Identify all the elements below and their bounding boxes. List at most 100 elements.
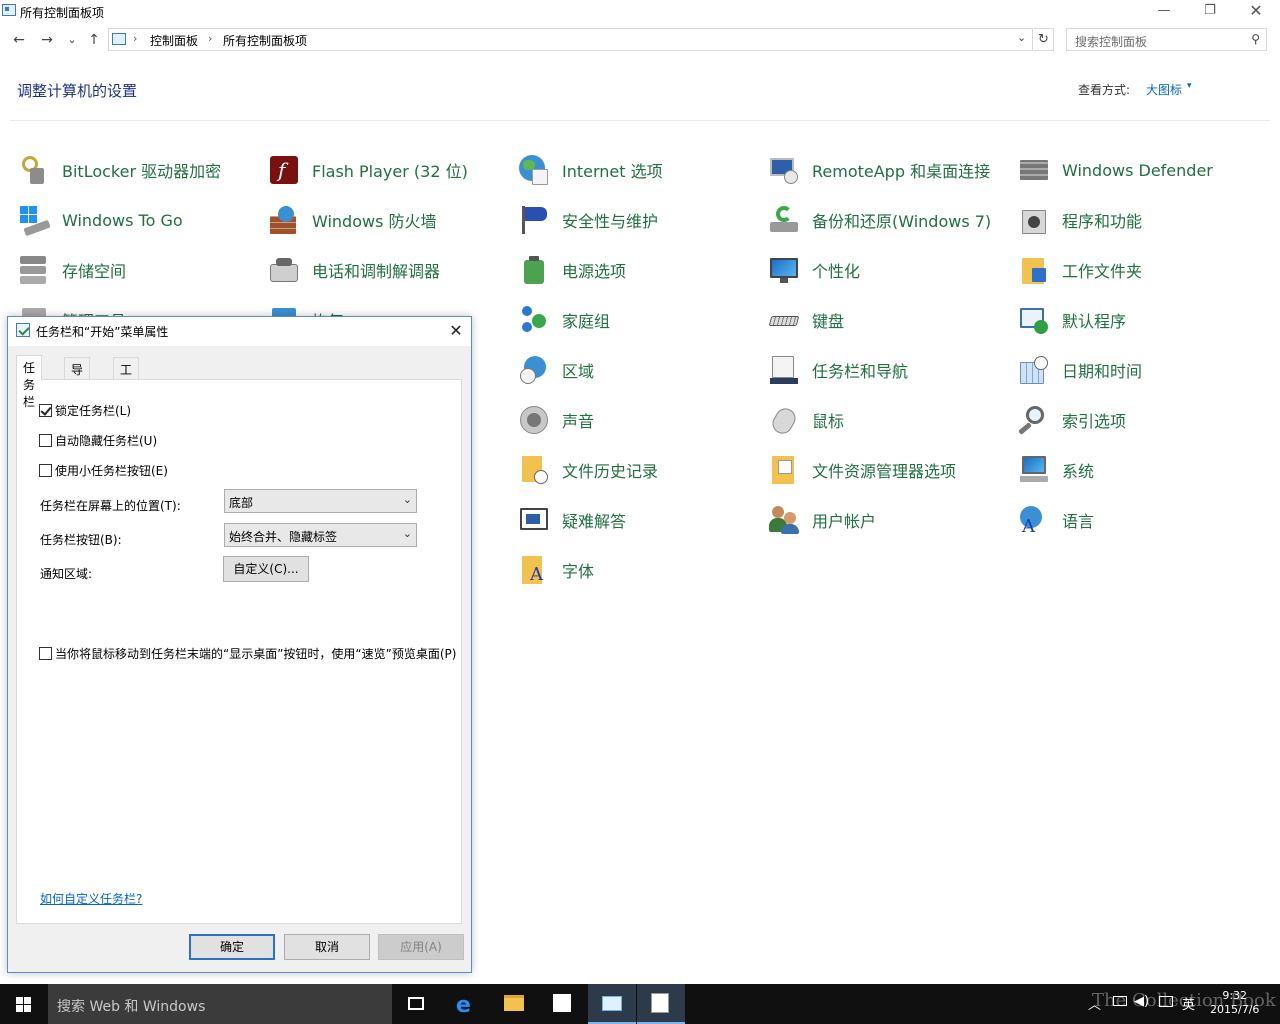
dialog-title: 任务栏和“开始”菜单属性 [36,325,169,339]
apply-button[interactable]: 应用(A) [378,934,464,960]
windows-logo-icon [16,997,23,1004]
programs-icon [1018,204,1050,236]
tab-navigation[interactable]: 导航 [64,357,91,394]
start-button[interactable] [0,984,48,1024]
breadcrumb-separator[interactable]: › [133,32,137,45]
divider [10,120,1270,121]
refresh-button[interactable]: ↻ [1034,28,1054,51]
checkbox-unchecked[interactable] [39,463,52,477]
item-windows-firewall[interactable]: Windows 防火墙 [268,203,437,237]
folder-icon [1018,254,1050,286]
language-icon: A [1018,504,1050,537]
storage-icon [18,254,50,286]
small-buttons-checkbox[interactable]: 使用小任务栏按钮(E) [39,462,168,478]
item-troubleshooting[interactable]: 疑难解答 [518,503,626,537]
position-select[interactable]: 底部 ⌄ [224,489,417,513]
taskbar-buttons-select[interactable]: 始终合并、隐藏标签 ⌄ [224,523,417,547]
item-programs-features[interactable]: 程序和功能 [1018,203,1142,237]
item-remoteapp[interactable]: RemoteApp 和桌面连接 [768,153,990,187]
item-windows-to-go[interactable]: Windows To Go [18,203,183,237]
cancel-button[interactable]: 取消 [284,934,370,960]
item-region[interactable]: 区域 [518,353,594,387]
search-input[interactable]: 搜索控制面板 ⚲ [1066,28,1267,51]
watermark: The Collection Book [1092,990,1276,1011]
item-system[interactable]: 系统 [1018,453,1094,487]
item-explorer-options[interactable]: 文件资源管理器选项 [768,453,956,487]
item-indexing-options[interactable]: 索引选项 [1018,403,1126,437]
customize-help-link[interactable]: 如何自定义任务栏? [40,890,142,907]
chevron-down-icon[interactable]: ⌄ [403,527,412,540]
item-file-history[interactable]: 文件历史记录 [518,453,658,487]
windows-logo-pane [16,1005,23,1012]
taskbar-control-panel[interactable] [588,984,636,1024]
item-personalization[interactable]: 个性化 [768,253,860,287]
item-bitlocker[interactable]: BitLocker 驱动器加密 [18,153,221,187]
address-bar[interactable]: › 控制面板 › 所有控制面板项 ⌄ [108,28,1033,51]
checkbox-checked[interactable] [39,403,52,417]
item-flash-player[interactable]: f Flash Player (32 位) [268,153,468,187]
view-by-dropdown[interactable]: 大图标 [1146,81,1182,98]
minimize-button[interactable]: — [1141,0,1187,24]
dialog-close-button[interactable]: ✕ [446,320,466,342]
item-windows-defender[interactable]: Windows Defender [1018,153,1213,187]
item-sound[interactable]: 声音 [518,403,594,437]
folder-clock-icon [518,454,550,486]
peek-checkbox[interactable]: 当你将鼠标移动到任务栏末端的“显示桌面”按钮时，使用“速览”预览桌面(P) [39,645,456,661]
item-storage-spaces[interactable]: 存储空间 [18,253,126,287]
up-button[interactable]: ↑ [85,30,103,50]
item-date-time[interactable]: 日期和时间 [1018,353,1142,387]
taskbar-search-box[interactable]: 搜索 Web 和 Windows [48,984,392,1024]
breadcrumb-control-panel[interactable]: 控制面板 [150,32,198,49]
close-button[interactable]: ✕ [1233,0,1279,24]
tab-panel: 锁定任务栏(L) 自动隐藏任务栏(U) 使用小任务栏按钮(E) 任务栏在屏幕上的… [16,379,462,924]
notification-area-label: 通知区域: [40,567,93,581]
breadcrumb-separator[interactable]: › [208,32,212,45]
buttons-label: 任务栏按钮(B): [40,533,122,547]
checkbox-unchecked[interactable] [39,433,52,447]
chevron-down-icon[interactable]: ▾ [1187,81,1192,91]
item-user-accounts[interactable]: 用户帐户 [768,503,876,537]
item-default-programs[interactable]: 默认程序 [1018,303,1126,337]
lock-taskbar-checkbox[interactable]: 锁定任务栏(L) [39,402,131,418]
firewall-icon [268,204,300,236]
item-phone-modem[interactable]: 电话和调制解调器 [268,253,440,287]
ok-button[interactable]: 确定 [189,934,275,960]
taskbar-store[interactable] [538,984,586,1024]
task-view-button[interactable] [392,984,440,1024]
address-dropdown-icon[interactable]: ⌄ [1017,31,1026,44]
customize-button[interactable]: 自定义(C)... [223,556,309,582]
restore-button[interactable]: ❐ [1187,0,1233,24]
auto-hide-checkbox[interactable]: 自动隐藏任务栏(U) [39,432,157,448]
item-mouse[interactable]: 鼠标 [768,403,844,438]
recent-locations-button[interactable]: ⌄ [63,30,81,50]
troubleshoot-monitor-icon [518,504,550,536]
tab-toolbars[interactable]: 工具栏 [113,357,140,411]
forward-button[interactable]: → [38,30,56,50]
control-panel-icon [112,33,126,45]
breadcrumb-all-items[interactable]: 所有控制面板项 [223,32,307,49]
item-language[interactable]: A 语言 [1018,503,1094,537]
item-work-folders[interactable]: 工作文件夹 [1018,253,1142,287]
checkbox-unchecked[interactable] [39,646,52,660]
item-power-options[interactable]: 电源选项 [518,253,626,287]
position-label: 任务栏在屏幕上的位置(T): [40,499,181,513]
taskbar-properties-window[interactable] [637,984,685,1024]
globe-icon [518,154,550,186]
item-keyboard[interactable]: 键盘 [768,303,844,337]
item-homegroup[interactable]: 家庭组 [518,303,610,337]
item-internet-options[interactable]: Internet 选项 [518,153,663,187]
item-backup-restore[interactable]: 备份和还原(Windows 7) [768,203,991,237]
tab-taskbar[interactable]: 任务栏 [16,355,43,409]
chevron-down-icon[interactable]: ⌄ [403,493,412,506]
homegroup-icon [518,304,550,336]
taskbar-edge[interactable]: e [442,984,490,1024]
item-taskbar-navigation[interactable]: 任务栏和导航 [768,353,908,387]
back-button[interactable]: ← [10,30,28,50]
item-fonts[interactable]: A 字体 [518,553,594,587]
taskbar-file-explorer[interactable] [490,984,538,1024]
item-security-maintenance[interactable]: 安全性与维护 [518,203,658,237]
search-icon[interactable]: ⚲ [1251,32,1260,46]
key-lock-icon [18,154,50,186]
defender-wall-icon [1018,154,1050,186]
flag-icon [518,204,550,236]
